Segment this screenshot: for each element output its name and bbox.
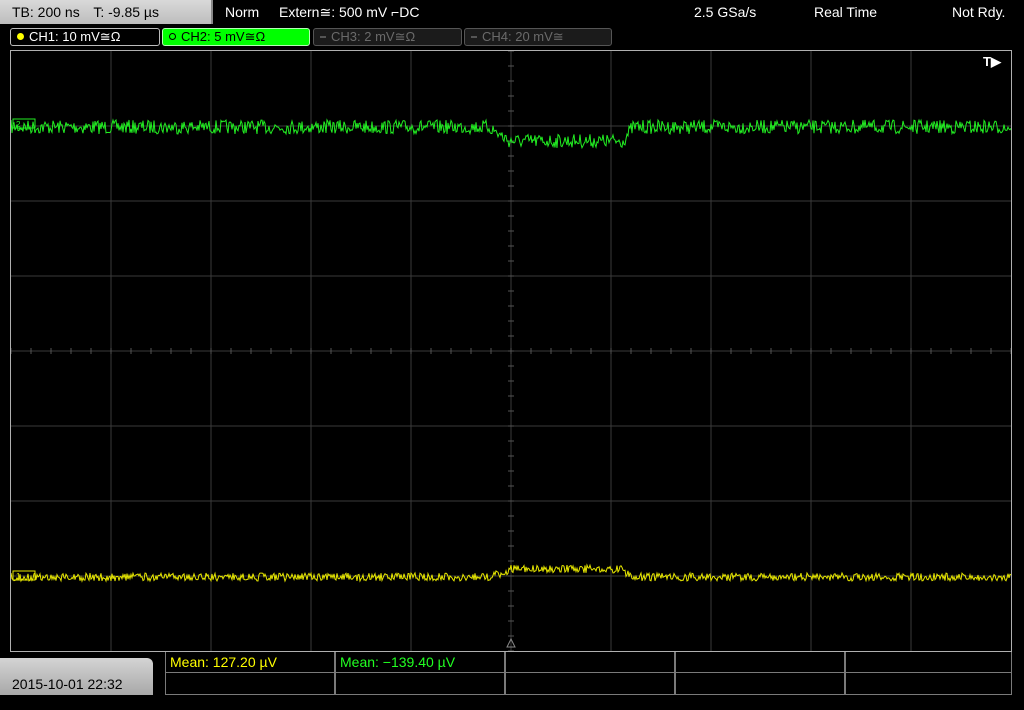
trigger-source[interactable]: Extern≅: 500 mV ⌐DC [279, 0, 420, 24]
trigger-offset-label: T: -9.85 µs [93, 4, 159, 20]
timebase-label: TB: 200 ns [12, 4, 80, 20]
svg-text:2: 2 [16, 120, 21, 129]
sample-rate: 2.5 GSa/s [694, 4, 757, 20]
empty-measurement-cell [845, 652, 1012, 673]
timebase-box[interactable]: TB: 200 ns T: -9.85 µs [0, 0, 213, 24]
channel-1-indicator-icon [17, 33, 24, 40]
channel-2-indicator-icon [169, 33, 176, 40]
ch2-mean-measurement: Mean: −139.40 µV [335, 652, 505, 673]
waveform-display[interactable]: 2 1 T▶ [10, 50, 1012, 652]
channel-3-label: CH3: 2 mV≅Ω [331, 29, 416, 44]
channel-4-tab[interactable]: CH4: 20 mV≅ [464, 28, 612, 46]
channel-4-indicator-icon [471, 36, 477, 38]
channel-1-tab[interactable]: CH1: 10 mV≅Ω [10, 28, 160, 46]
empty-measurement-cell [165, 673, 335, 695]
trigger-level-marker: T▶ [983, 54, 1001, 69]
empty-measurement-cell [505, 673, 675, 695]
ch1-mean-measurement: Mean: 127.20 µV [165, 652, 335, 673]
empty-measurement-cell [845, 673, 1012, 695]
status-bar: TB: 200 ns T: -9.85 µs Norm Extern≅: 500… [0, 0, 1024, 25]
empty-measurement-cell [335, 673, 505, 695]
acquisition-status: Not Rdy. [952, 4, 1006, 20]
empty-measurement-cell [505, 652, 675, 673]
acquisition-mode: Real Time [814, 4, 878, 20]
channel-3-tab[interactable]: CH3: 2 mV≅Ω [313, 28, 462, 46]
empty-measurement-cell [675, 652, 845, 673]
svg-text:1: 1 [16, 572, 21, 581]
trigger-mode[interactable]: Norm [225, 0, 259, 24]
channel-1-label: CH1: 10 mV≅Ω [29, 29, 121, 44]
channel-2-label: CH2: 5 mV≅Ω [181, 29, 266, 44]
measurement-panel: Mean: 127.20 µV Mean: −139.40 µV [165, 652, 1012, 695]
empty-measurement-cell [675, 673, 845, 695]
channel-2-tab[interactable]: CH2: 5 mV≅Ω [162, 28, 310, 46]
date-time: 2015-10-01 22:32 [0, 658, 153, 695]
waveform-canvas: 2 1 [11, 51, 1011, 651]
channel-4-label: CH4: 20 mV≅ [482, 29, 564, 44]
channel-3-indicator-icon [320, 36, 326, 38]
